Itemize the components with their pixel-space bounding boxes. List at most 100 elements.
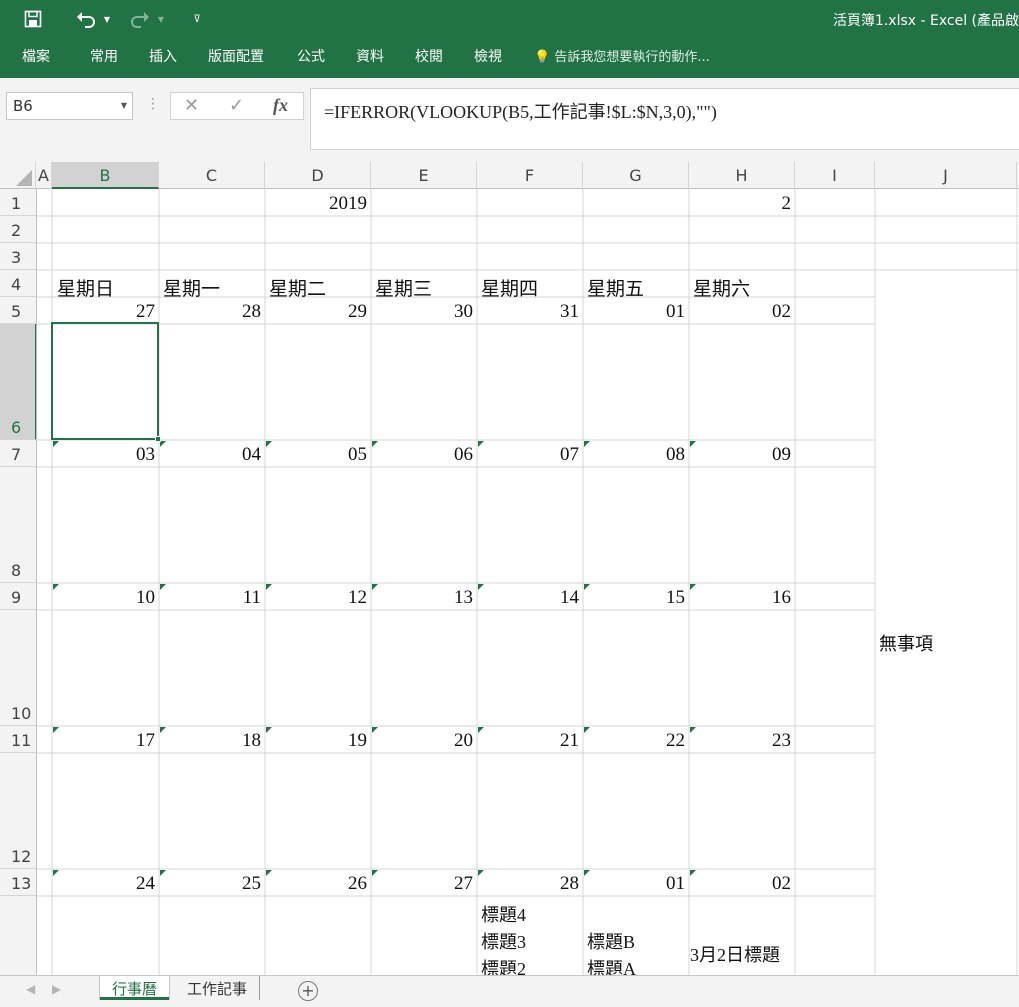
enter-icon[interactable]: ✓	[229, 95, 244, 116]
column-header-b[interactable]: B	[52, 162, 159, 189]
tab-data[interactable]: 資料	[356, 46, 384, 66]
date-cell[interactable]: 28	[477, 873, 579, 895]
formula-input[interactable]: =IFERROR(VLOOKUP(B5,工作記事!$L:$N,3,0),"")	[310, 88, 1019, 150]
tab-home[interactable]: 常用	[90, 46, 118, 66]
redo-dropdown-icon[interactable]: ▼	[154, 8, 168, 30]
date-cell[interactable]: 06	[371, 444, 473, 466]
tell-me-box[interactable]: 💡 告訴我您想要執行的動作...	[534, 46, 710, 65]
column-header-a[interactable]: A	[36, 162, 52, 189]
name-box[interactable]: B6 ▼	[6, 92, 133, 120]
date-cell[interactable]: 27	[371, 873, 473, 895]
weekday-tuesday[interactable]: 星期二	[269, 274, 326, 301]
column-header-j[interactable]: J	[875, 162, 1017, 189]
cancel-icon[interactable]: ✕	[184, 95, 199, 116]
date-cell[interactable]: 11	[159, 587, 261, 609]
date-cell[interactable]: 31	[477, 301, 579, 323]
tab-insert[interactable]: 插入	[149, 46, 177, 66]
active-cell-selection[interactable]	[51, 322, 161, 442]
tab-review[interactable]: 校閱	[415, 46, 443, 66]
date-cell[interactable]: 02	[689, 301, 791, 323]
weekday-wednesday[interactable]: 星期三	[375, 274, 432, 301]
row-header-12[interactable]: 12	[0, 753, 36, 869]
date-cell[interactable]: 25	[159, 873, 261, 895]
undo-dropdown-icon[interactable]: ▼	[100, 8, 114, 30]
date-cell[interactable]: 14	[477, 587, 579, 609]
date-cell[interactable]: 01	[583, 301, 685, 323]
tab-formulas[interactable]: 公式	[297, 46, 325, 66]
sheet-tab-work-notes[interactable]: 工作記事	[175, 976, 261, 1000]
row-header-8[interactable]: 8	[0, 467, 36, 583]
row-header-4[interactable]: 4	[0, 270, 36, 297]
redo-icon[interactable]	[128, 8, 152, 30]
column-header-d[interactable]: D	[265, 162, 371, 189]
date-cell[interactable]: 10	[53, 587, 155, 609]
date-cell[interactable]: 29	[265, 301, 367, 323]
date-cell[interactable]: 08	[583, 444, 685, 466]
date-cell[interactable]: 27	[53, 301, 155, 323]
date-cell[interactable]: 23	[689, 730, 791, 752]
date-cell[interactable]: 15	[583, 587, 685, 609]
date-cell[interactable]: 20	[371, 730, 473, 752]
date-cell[interactable]: 26	[265, 873, 367, 895]
date-cell[interactable]: 16	[689, 587, 791, 609]
row-header-2[interactable]: 2	[0, 216, 36, 243]
sheet-tab-calendar[interactable]: 行事曆	[100, 976, 170, 1000]
date-cell[interactable]: 03	[53, 444, 155, 466]
date-cell[interactable]: 17	[53, 730, 155, 752]
cell-j-no-events[interactable]: 無事項	[879, 630, 933, 656]
date-cell[interactable]: 09	[689, 444, 791, 466]
row-header-11[interactable]: 11	[0, 726, 36, 753]
date-cell[interactable]: 18	[159, 730, 261, 752]
date-cell[interactable]: 24	[53, 873, 155, 895]
scroll-right-icon[interactable]: ▶	[52, 982, 61, 996]
customize-icon[interactable]: ⊽	[190, 8, 204, 30]
tab-page-layout[interactable]: 版面配置	[208, 46, 264, 66]
scroll-left-icon[interactable]: ◀	[26, 982, 35, 996]
row-header-13[interactable]: 13	[0, 869, 36, 896]
date-cell[interactable]: 21	[477, 730, 579, 752]
row-header-5[interactable]: 5	[0, 297, 36, 324]
weekday-monday[interactable]: 星期一	[163, 274, 220, 301]
row-header-9[interactable]: 9	[0, 583, 36, 610]
event-list-f[interactable]: 標題4 標題3 標題2	[481, 902, 526, 975]
column-header-g[interactable]: G	[583, 162, 689, 189]
worksheet-grid[interactable]: 2019 2 星期日 星期一 星期二 星期三 星期四 星期五 星期六 27 28…	[37, 189, 1019, 975]
date-cell[interactable]: 22	[583, 730, 685, 752]
row-header-1[interactable]: 1	[0, 189, 36, 216]
weekday-saturday[interactable]: 星期六	[693, 274, 750, 301]
undo-icon[interactable]	[74, 8, 98, 30]
row-header-3[interactable]: 3	[0, 243, 36, 270]
date-cell[interactable]: 28	[159, 301, 261, 323]
select-all-button[interactable]	[0, 162, 36, 189]
drag-handle-icon[interactable]: ⋮	[146, 96, 160, 112]
column-header-h[interactable]: H	[689, 162, 795, 189]
column-header-e[interactable]: E	[371, 162, 477, 189]
chevron-down-icon[interactable]: ▼	[121, 101, 127, 110]
column-header-f[interactable]: F	[477, 162, 583, 189]
weekday-friday[interactable]: 星期五	[587, 274, 644, 301]
row-header-7[interactable]: 7	[0, 440, 36, 467]
date-cell[interactable]: 07	[477, 444, 579, 466]
column-header-i[interactable]: I	[795, 162, 875, 189]
add-sheet-icon[interactable]: +	[298, 981, 318, 1001]
event-list-g[interactable]: 標題B 標題A	[587, 929, 636, 975]
date-cell[interactable]: 13	[371, 587, 473, 609]
weekday-thursday[interactable]: 星期四	[481, 274, 538, 301]
date-cell[interactable]: 01	[583, 873, 685, 895]
date-cell[interactable]: 04	[159, 444, 261, 466]
tab-view[interactable]: 檢視	[474, 46, 502, 66]
row-header-10[interactable]: 10	[0, 610, 36, 726]
date-cell[interactable]: 12	[265, 587, 367, 609]
tab-file[interactable]: 檔案	[22, 46, 50, 66]
cell-h1-month[interactable]: 2	[689, 193, 792, 215]
date-cell[interactable]: 02	[689, 873, 791, 895]
date-cell[interactable]: 05	[265, 444, 367, 466]
fill-handle[interactable]	[155, 436, 161, 442]
function-icon[interactable]: fx	[273, 95, 288, 116]
save-icon[interactable]	[22, 8, 44, 30]
column-header-c[interactable]: C	[159, 162, 265, 189]
weekday-sunday[interactable]: 星期日	[57, 274, 114, 301]
row-header-6[interactable]: 6	[0, 324, 36, 440]
cell-d1-year[interactable]: 2019	[265, 193, 367, 215]
event-list-h[interactable]: 3月2日標題	[690, 942, 780, 969]
